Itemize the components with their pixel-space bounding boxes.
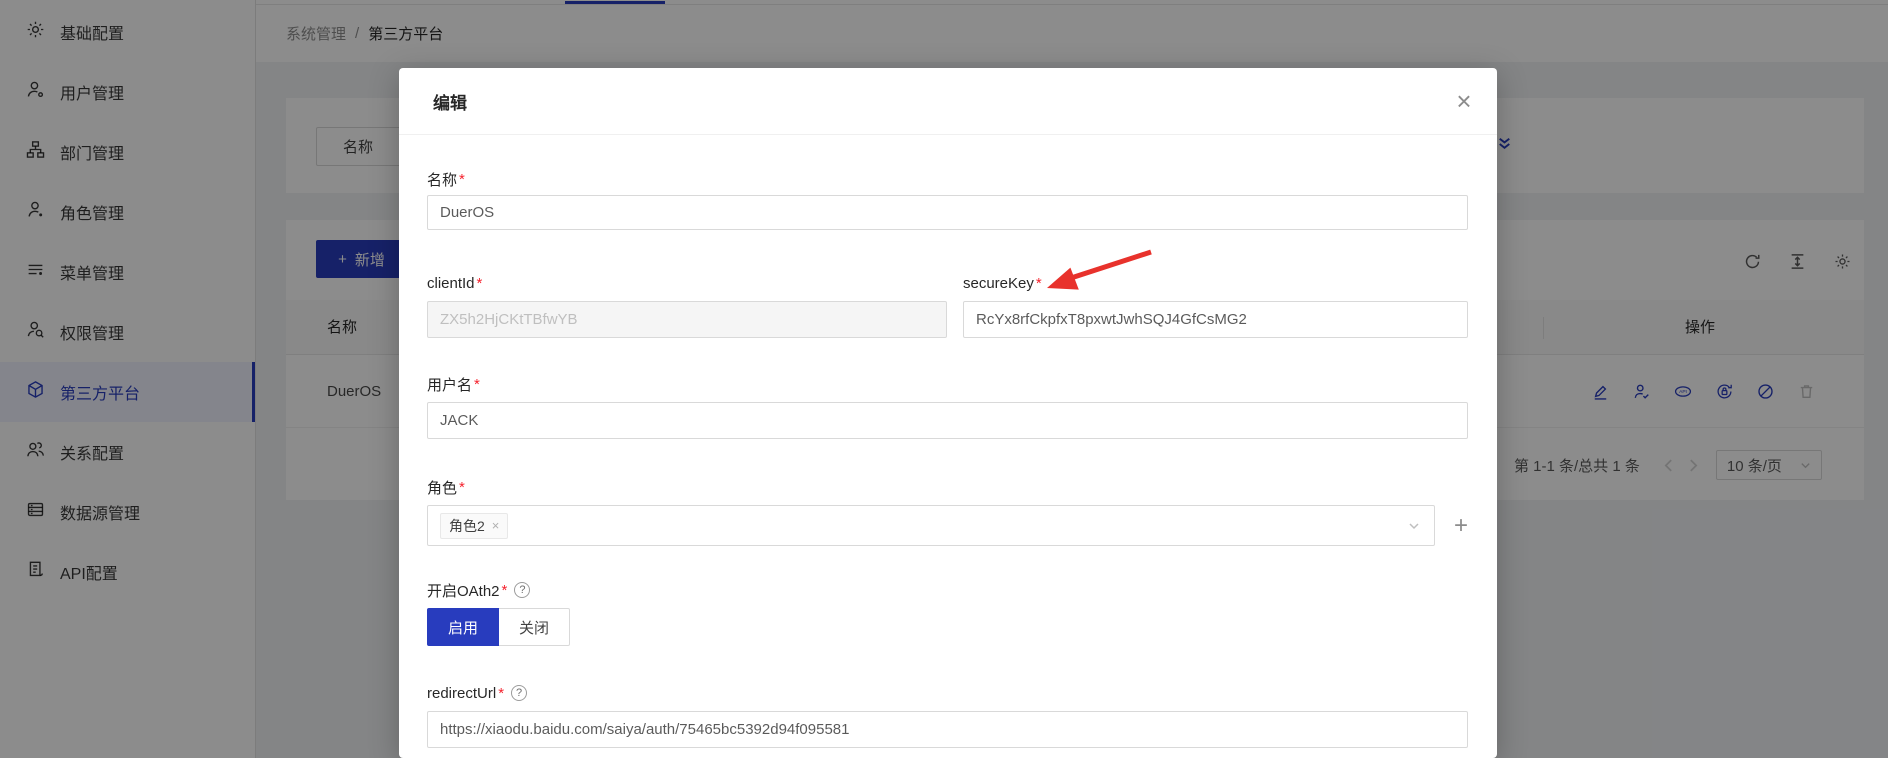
field-username-label: 用户名* xyxy=(427,374,1468,394)
help-question-icon: ? xyxy=(511,685,527,701)
field-secure-key: secureKey* xyxy=(963,273,1468,338)
field-secure-key-label: secureKey* xyxy=(963,273,1468,293)
modal-header: 编辑 xyxy=(399,68,1497,135)
required-asterisk: * xyxy=(477,275,483,292)
role-tag: 角色2 × xyxy=(440,513,508,539)
oauth2-toggle-group: 启用 关闭 xyxy=(427,608,570,646)
client-id-input xyxy=(427,301,947,338)
oauth2-enable-button[interactable]: 启用 xyxy=(427,608,499,646)
required-asterisk: * xyxy=(474,376,480,393)
app-root: 系统管理 / 第三方平台 基础配置 用户管理 部门管理 角色管理 菜单管理 权限… xyxy=(0,0,1888,758)
field-oauth2: 开启OAth2* ? 启用 关闭 xyxy=(427,580,1468,646)
edit-modal: 编辑 × 名称* clientId* secureKey* xyxy=(399,68,1497,758)
field-oauth2-label: 开启OAth2* ? xyxy=(427,580,1468,600)
help-question-icon: ? xyxy=(514,582,530,598)
field-username: 用户名* xyxy=(427,374,1468,439)
required-asterisk: * xyxy=(459,171,465,188)
required-asterisk: * xyxy=(1036,275,1042,292)
username-input[interactable] xyxy=(427,402,1468,439)
field-name-label: 名称* xyxy=(427,169,1468,189)
field-row-credentials: clientId* secureKey* xyxy=(427,273,1468,338)
redirect-url-input[interactable] xyxy=(427,711,1468,748)
role-multiselect[interactable]: 角色2 × xyxy=(427,505,1435,546)
add-role-plus-icon[interactable]: + xyxy=(1454,514,1468,538)
chevron-down-icon xyxy=(1407,519,1421,533)
secure-key-input[interactable] xyxy=(963,301,1468,338)
role-tag-label: 角色2 xyxy=(449,516,485,536)
required-asterisk: * xyxy=(498,685,504,702)
field-name: 名称* xyxy=(427,169,1468,230)
oauth2-disable-button[interactable]: 关闭 xyxy=(499,608,570,646)
field-client-id-label: clientId* xyxy=(427,273,947,293)
required-asterisk: * xyxy=(459,479,465,496)
field-client-id: clientId* xyxy=(427,273,947,338)
field-role: 角色* 角色2 × + xyxy=(427,477,1468,546)
tag-close-icon[interactable]: × xyxy=(492,518,500,533)
field-redirect-url-label: redirectUrl* ? xyxy=(427,683,1468,703)
modal-title: 编辑 xyxy=(433,89,467,114)
close-icon[interactable]: × xyxy=(1431,68,1497,135)
required-asterisk: * xyxy=(502,582,508,599)
name-input[interactable] xyxy=(427,195,1468,230)
field-redirect-url: redirectUrl* ? xyxy=(427,683,1468,748)
field-role-label: 角色* xyxy=(427,477,1468,497)
